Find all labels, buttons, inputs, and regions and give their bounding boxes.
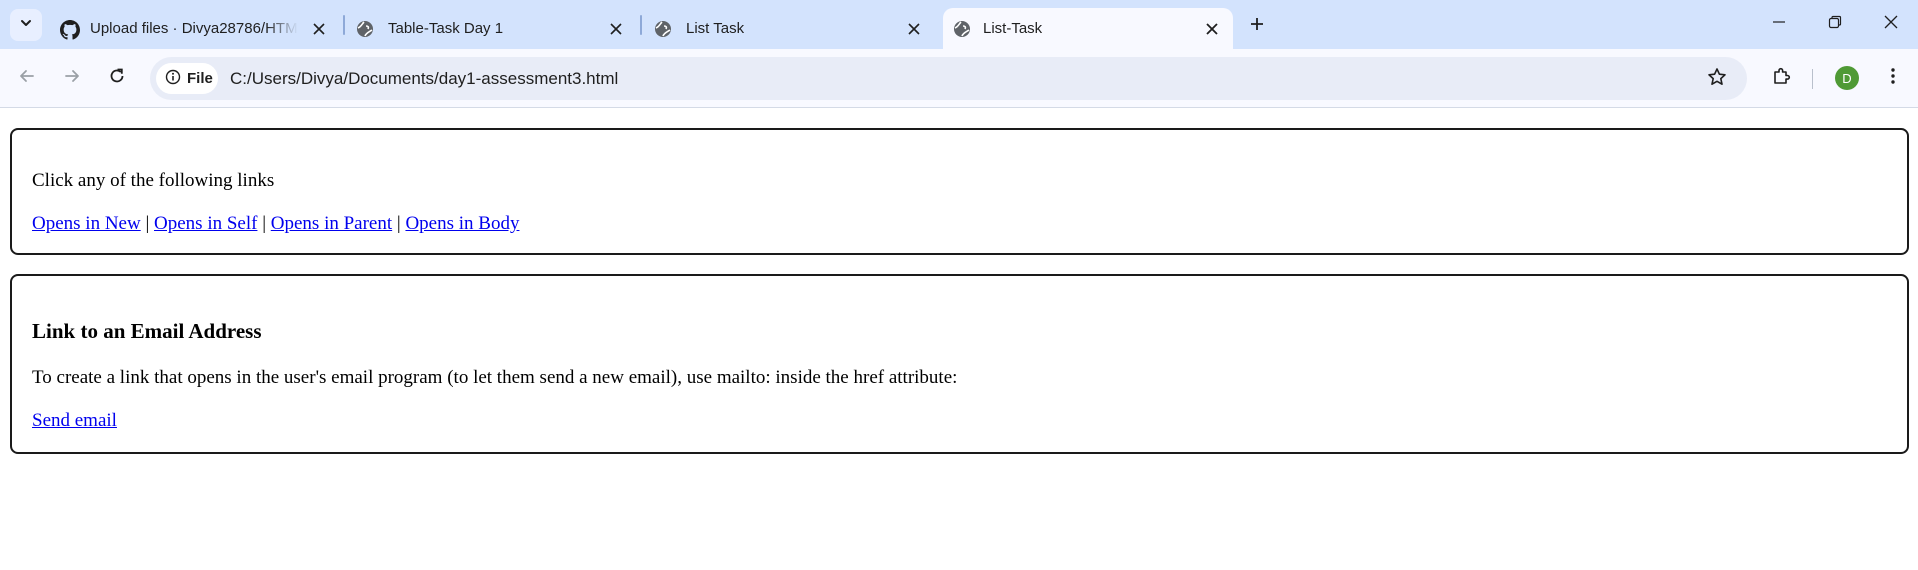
minimize-button[interactable] [1756, 8, 1802, 40]
tab-title: List Task [686, 20, 745, 37]
globe-icon [953, 20, 971, 38]
link-row: Opens in New | Opens in Self | Opens in … [32, 213, 519, 235]
close-tab-icon[interactable] [310, 20, 328, 38]
site-info-chip[interactable]: File [156, 63, 218, 94]
profile-avatar[interactable]: D [1835, 66, 1859, 90]
chevron-down-icon [19, 16, 33, 35]
url-text[interactable]: C:/Users/Divya/Documents/day1-assessment… [230, 69, 618, 89]
arrow-right-icon [63, 67, 81, 90]
tab-title: Table-Task Day 1 [388, 20, 504, 37]
section-description: To create a link that opens in the user'… [32, 367, 958, 388]
site-chip-label: File [187, 70, 213, 87]
tab-search-button[interactable] [10, 9, 42, 41]
menu-button[interactable] [1876, 61, 1910, 95]
close-icon [1884, 15, 1898, 34]
page-content: Click any of the following links Opens i… [0, 109, 1918, 570]
puzzle-icon [1772, 66, 1792, 91]
link-opens-in-new[interactable]: Opens in New [32, 213, 141, 234]
close-tab-icon[interactable] [905, 20, 923, 38]
send-email-link[interactable]: Send email [32, 410, 117, 431]
link-separator: | [262, 213, 267, 234]
link-separator: | [396, 213, 401, 234]
bookmark-button[interactable] [1705, 67, 1729, 91]
minimize-icon [1772, 15, 1786, 34]
back-button[interactable] [10, 61, 44, 95]
extensions-button[interactable] [1765, 61, 1799, 95]
globe-icon [654, 20, 672, 38]
info-icon [165, 69, 181, 89]
close-tab-icon[interactable] [1203, 20, 1221, 38]
link-opens-in-self[interactable]: Opens in Self [154, 213, 257, 234]
restore-icon [1828, 15, 1842, 34]
tab-upload-files[interactable]: Upload files · Divya28786/HTML [56, 8, 336, 49]
link-targets-section: Click any of the following links Opens i… [10, 128, 1909, 255]
forward-button[interactable] [55, 61, 89, 95]
intro-text: Click any of the following links [32, 170, 275, 191]
link-separator: | [145, 213, 150, 234]
globe-icon [356, 20, 374, 38]
arrow-left-icon [18, 67, 36, 90]
email-link-section: Link to an Email Address To create a lin… [10, 274, 1909, 454]
browser-toolbar: File C:/Users/Divya/Documents/day1-asses… [0, 49, 1918, 108]
section-heading: Link to an Email Address [32, 319, 262, 343]
reload-icon [108, 67, 126, 90]
plus-icon [1249, 16, 1265, 37]
tab-list-task[interactable]: List Task [648, 8, 934, 49]
reload-button[interactable] [100, 61, 134, 95]
tab-list-task-active[interactable]: List-Task [943, 8, 1233, 49]
address-bar[interactable]: File C:/Users/Divya/Documents/day1-asses… [150, 57, 1747, 100]
link-opens-in-parent[interactable]: Opens in Parent [271, 213, 392, 234]
link-opens-in-body[interactable]: Opens in Body [405, 213, 519, 234]
new-tab-button[interactable] [1243, 12, 1271, 40]
tab-title: List-Task [983, 20, 1043, 37]
github-icon [60, 20, 80, 40]
tab-table-task[interactable]: Table-Task Day 1 [350, 8, 636, 49]
restore-button[interactable] [1812, 8, 1858, 40]
kebab-menu-icon [1890, 67, 1896, 90]
star-icon [1707, 67, 1727, 92]
close-window-button[interactable] [1868, 8, 1914, 40]
close-tab-icon[interactable] [607, 20, 625, 38]
tab-strip: Upload files · Divya28786/HTML Table-Tas… [0, 0, 1918, 49]
